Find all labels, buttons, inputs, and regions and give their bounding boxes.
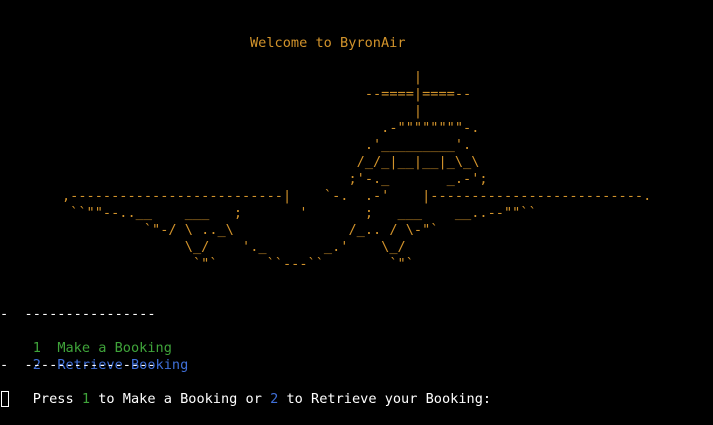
terminal-window[interactable]: Welcome to ByronAir | --====|====-- | .-… (0, 0, 713, 410)
menu-divider-bottom: - ---------------- (0, 357, 156, 373)
input-prompt: Press 1 to Make a Booking or 2 to Retrie… (32, 391, 492, 407)
airplane-ascii-art: | --====|====-- | .-""""""""-. .'_______… (62, 69, 652, 272)
prompt-key-1: 1 (81, 391, 91, 407)
menu-divider-top: - ---------------- (0, 306, 156, 322)
block-cursor-icon[interactable] (1, 391, 9, 407)
welcome-banner: Welcome to ByronAir (250, 35, 406, 51)
